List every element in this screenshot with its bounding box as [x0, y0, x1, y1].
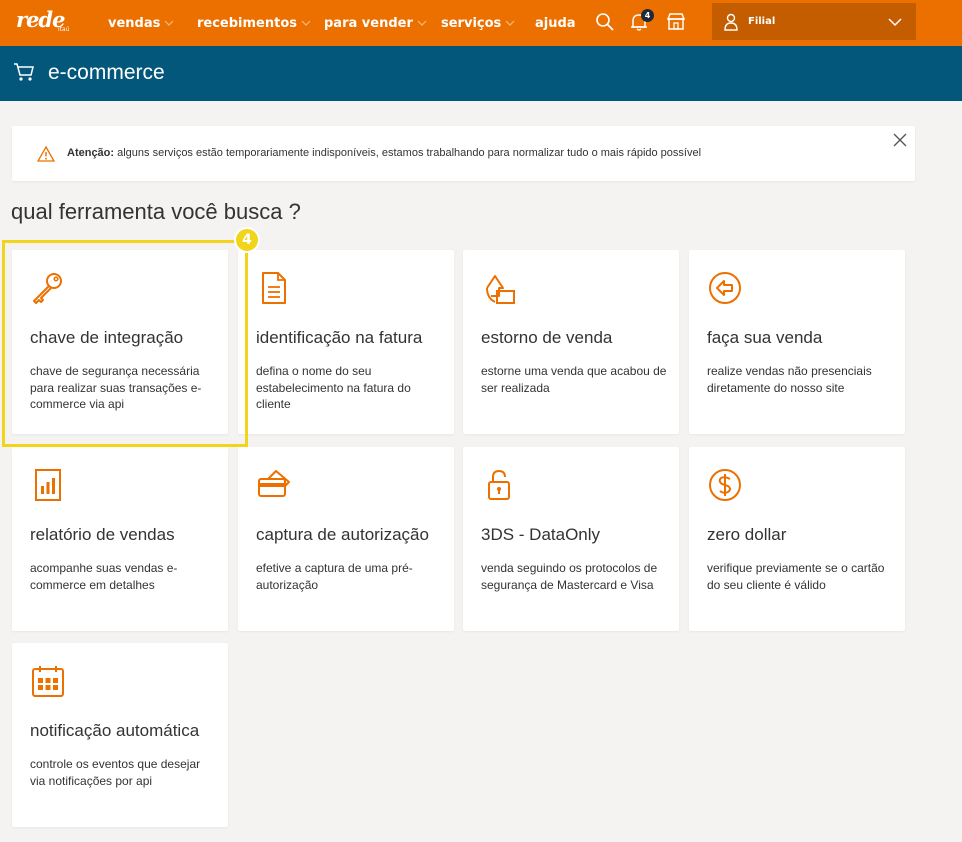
alert-message: alguns serviços estão temporariamente in…: [114, 147, 702, 159]
card-title: chave de integração: [30, 328, 184, 347]
warning-alert: Atenção: alguns serviços estão temporari…: [12, 126, 915, 181]
lock-icon: [488, 469, 510, 500]
card-title: 3DS - DataOnly: [481, 525, 601, 544]
tool-card-notificacao-automatica[interactable]: notificação automática controle os event…: [12, 643, 228, 827]
nav-item-recebimentos[interactable]: recebimentos: [197, 13, 311, 33]
top-navbar: rede itaú vendas recebimentos para vende…: [0, 0, 962, 46]
alert-strong: Atenção:: [67, 147, 115, 159]
nav-item-ajuda[interactable]: ajuda: [535, 13, 576, 33]
chevron-down-icon: [888, 18, 902, 27]
refund-icon: [486, 275, 515, 304]
nav-label: recebimentos: [197, 15, 298, 31]
nav-item-vendas[interactable]: vendas: [108, 13, 174, 33]
tool-card-estorno-venda[interactable]: estorno de venda estorne uma venda que a…: [463, 250, 679, 434]
store-selector-label: Filial: [748, 16, 776, 27]
card-description: verifique previamente se o cartão do seu…: [707, 561, 885, 592]
tool-card-captura-autorizacao[interactable]: captura de autorização efetive a captura…: [238, 447, 454, 631]
arrow-left-circle-icon: [709, 272, 741, 304]
card-title: estorno de venda: [481, 328, 613, 347]
card-title: identificação na fatura: [256, 328, 423, 347]
tool-card-3ds-dataonly[interactable]: 3DS - DataOnly venda seguindo os protoco…: [463, 447, 679, 631]
tutorial-step-badge: 4: [234, 227, 260, 253]
warning-icon: [37, 146, 55, 162]
card-title: relatório de vendas: [30, 525, 175, 544]
card-capture-icon: [258, 470, 290, 497]
card-description: controle os eventos que desejar via noti…: [30, 757, 201, 788]
cart-icon: [14, 63, 34, 81]
alert-text: Atenção: alguns serviços estão temporari…: [67, 147, 701, 159]
chevron-down-icon: [164, 20, 174, 26]
close-icon[interactable]: [893, 133, 907, 147]
tool-card-faca-sua-venda[interactable]: faça sua venda realize vendas não presen…: [689, 250, 905, 434]
document-icon: [262, 272, 286, 304]
tool-card-relatorio-vendas[interactable]: relatório de vendas acompanhe suas venda…: [12, 447, 228, 631]
key-icon: [33, 273, 62, 304]
card-description: venda seguindo os protocolos de seguranç…: [481, 561, 658, 592]
card-title: notificação automática: [30, 721, 200, 740]
card-description: chave de segurança necessária para reali…: [30, 364, 202, 411]
chevron-down-icon: [417, 20, 427, 26]
card-description: defina o nome do seu estabelecimento na …: [256, 364, 411, 411]
store-icon[interactable]: [665, 11, 687, 33]
tool-card-chave-integracao[interactable]: chave de integração chave de segurança n…: [12, 250, 228, 434]
search-icon[interactable]: [594, 11, 616, 33]
card-description: realize vendas não presenciais diretamen…: [707, 364, 872, 395]
page-header: e-commerce: [0, 46, 962, 101]
logo-sub: itaú: [58, 26, 70, 33]
nav-label: ajuda: [535, 15, 576, 31]
user-icon: [724, 13, 738, 31]
card-title: captura de autorização: [256, 525, 429, 544]
calendar-icon: [32, 666, 64, 697]
card-description: acompanhe suas vendas e-commerce em deta…: [30, 561, 178, 592]
page-title: e-commerce: [48, 61, 165, 84]
store-selector-dropdown[interactable]: Filial: [712, 3, 916, 40]
notification-badge: 4: [641, 9, 654, 22]
nav-item-para-vender[interactable]: para vender: [324, 13, 427, 33]
chevron-down-icon: [505, 20, 515, 26]
card-title: faça sua venda: [707, 328, 823, 347]
dollar-circle-icon: [709, 469, 741, 501]
report-chart-icon: [35, 469, 61, 501]
chevron-down-icon: [301, 20, 311, 26]
card-description: efetive a captura de uma pré-autorização: [256, 561, 413, 592]
rede-logo[interactable]: rede itaú: [16, 7, 76, 35]
card-description: estorne uma venda que acabou de ser real…: [481, 364, 667, 395]
nav-label: para vender: [324, 15, 413, 31]
nav-item-servicos[interactable]: serviços: [441, 13, 515, 33]
nav-label: serviços: [441, 15, 502, 31]
section-heading: qual ferramenta você busca ?: [11, 199, 301, 224]
tool-card-zero-dollar[interactable]: zero dollar verifique previamente se o c…: [689, 447, 905, 631]
nav-label: vendas: [108, 15, 161, 31]
tool-card-identificacao-fatura[interactable]: identificação na fatura defina o nome do…: [238, 250, 454, 434]
card-title: zero dollar: [707, 525, 787, 544]
